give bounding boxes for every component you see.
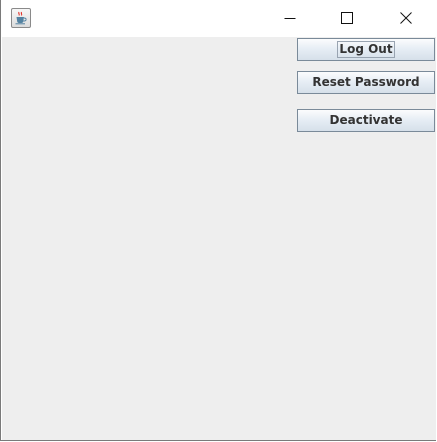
maximize-button[interactable] — [319, 0, 375, 36]
minimize-icon — [284, 18, 296, 19]
log-out-button[interactable]: Log Out — [297, 38, 435, 61]
maximize-icon — [341, 12, 353, 24]
title-bar[interactable] — [1, 0, 437, 37]
reset-password-label: Reset Password — [312, 75, 420, 89]
deactivate-button[interactable]: Deactivate — [297, 109, 435, 132]
app-window: Log Out Reset Password Deactivate — [0, 0, 437, 441]
minimize-button[interactable] — [262, 0, 318, 36]
java-coffee-cup-icon[interactable] — [11, 8, 31, 28]
close-button[interactable] — [378, 0, 434, 36]
close-icon — [400, 12, 412, 24]
reset-password-button[interactable]: Reset Password — [297, 71, 435, 94]
log-out-label: Log Out — [337, 41, 395, 58]
deactivate-label: Deactivate — [329, 113, 403, 127]
content-panel: Log Out Reset Password Deactivate — [2, 37, 436, 440]
